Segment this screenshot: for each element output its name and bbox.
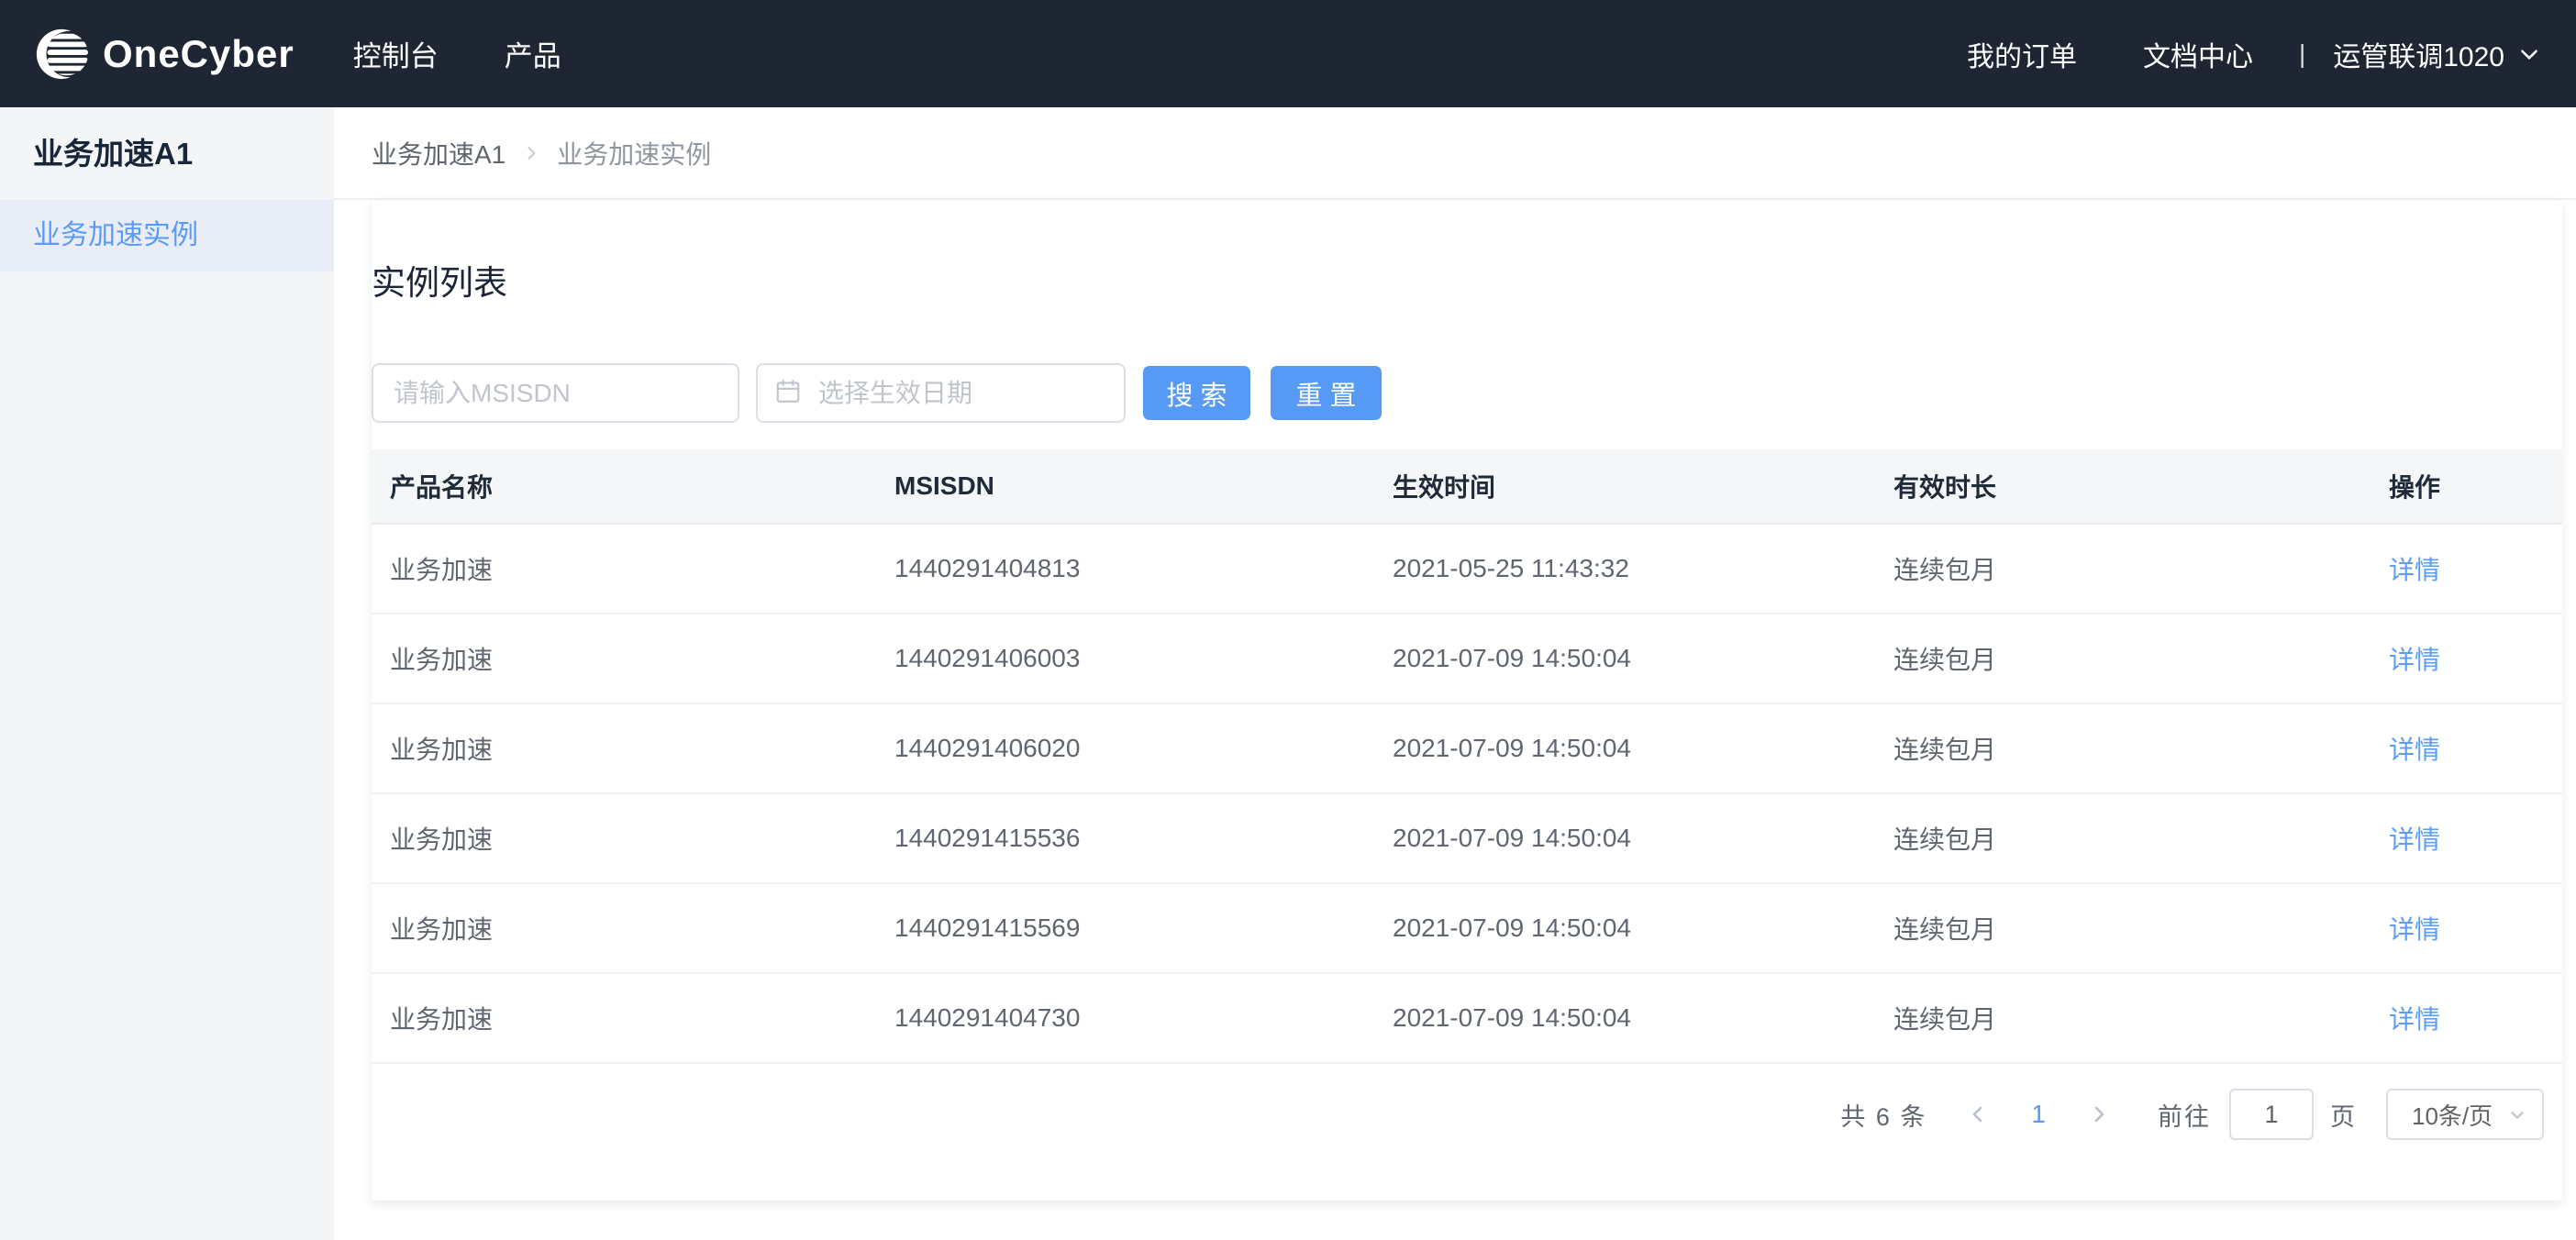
table-row: 业务加速 1440291406020 2021-07-09 14:50:04 连…	[372, 703, 2562, 793]
cell-duration: 连续包月	[1875, 883, 2371, 973]
sidebar-item-instances[interactable]: 业务加速实例	[0, 200, 334, 271]
nav-doc-center[interactable]: 文档中心	[2143, 34, 2253, 74]
page-size-value: 10条/页	[2412, 1098, 2507, 1132]
nav-right: 我的订单 文档中心 | 运管联调1020	[1967, 34, 2541, 74]
chevron-down-icon	[2517, 42, 2541, 66]
breadcrumb-item-parent[interactable]: 业务加速A1	[372, 135, 505, 172]
table-row: 业务加速 1440291404730 2021-07-09 14:50:04 连…	[372, 973, 2562, 1063]
detail-link[interactable]: 详情	[2389, 646, 2440, 674]
col-product-name: 产品名称	[372, 449, 876, 524]
cell-product: 业务加速	[372, 614, 876, 703]
cell-effective-time: 2021-07-09 14:50:04	[1374, 883, 1875, 973]
cell-msisdn: 1440291406020	[876, 703, 1374, 793]
reset-button[interactable]: 重 置	[1271, 366, 1382, 420]
cell-effective-time: 2021-05-25 11:43:32	[1374, 524, 1875, 614]
cell-duration: 连续包月	[1875, 973, 2371, 1063]
msisdn-input[interactable]	[372, 363, 739, 423]
chevron-right-icon	[522, 144, 540, 162]
cell-duration: 连续包月	[1875, 793, 2371, 883]
nav-separator: |	[2299, 39, 2305, 69]
cell-duration: 连续包月	[1875, 524, 2371, 614]
cell-msisdn: 1440291415569	[876, 883, 1374, 973]
table-row: 业务加速 1440291406003 2021-07-09 14:50:04 连…	[372, 614, 2562, 703]
pagination: 共 6 条 1 前往 页 10条/页	[372, 1089, 2562, 1140]
search-button[interactable]: 搜 索	[1143, 366, 1250, 420]
cell-effective-time: 2021-07-09 14:50:04	[1374, 793, 1875, 883]
instance-table: 产品名称 MSISDN 生效时间 有效时长 操作 业务加速 1440291404…	[372, 449, 2562, 1064]
page-number-1[interactable]: 1	[2031, 1100, 2046, 1129]
effective-date-input[interactable]	[756, 363, 1126, 423]
col-duration: 有效时长	[1875, 449, 2371, 524]
goto-page-input[interactable]	[2229, 1089, 2314, 1140]
cell-effective-time: 2021-07-09 14:50:04	[1374, 614, 1875, 703]
filter-bar: 搜 索 重 置	[372, 363, 2562, 423]
prev-page-button[interactable]	[1967, 1103, 1989, 1125]
table-header-row: 产品名称 MSISDN 生效时间 有效时长 操作	[372, 449, 2562, 524]
next-page-button[interactable]	[2088, 1103, 2110, 1125]
goto-label: 前往	[2158, 1097, 2211, 1133]
detail-link[interactable]: 详情	[2389, 736, 2440, 764]
cell-duration: 连续包月	[1875, 614, 2371, 703]
cell-msisdn: 1440291404813	[876, 524, 1374, 614]
breadcrumb-item-current: 业务加速实例	[557, 135, 711, 172]
col-effective-time: 生效时间	[1374, 449, 1875, 524]
cell-effective-time: 2021-07-09 14:50:04	[1374, 973, 1875, 1063]
cell-product: 业务加速	[372, 793, 876, 883]
detail-link[interactable]: 详情	[2389, 1005, 2440, 1034]
detail-link[interactable]: 详情	[2389, 556, 2440, 584]
cell-duration: 连续包月	[1875, 703, 2371, 793]
content: 业务加速A1 业务加速实例 实例列表	[334, 107, 2576, 1240]
layout: 业务加速A1 业务加速实例 业务加速A1 业务加速实例 实例列表	[0, 107, 2576, 1240]
account-name: 运管联调1020	[2333, 34, 2504, 74]
nav-my-orders[interactable]: 我的订单	[1967, 34, 2077, 74]
chevron-down-icon	[2507, 1104, 2527, 1124]
table-row: 业务加速 1440291415569 2021-07-09 14:50:04 连…	[372, 883, 2562, 973]
chevron-right-icon	[2088, 1103, 2110, 1125]
pagination-total: 共 6 条	[1840, 1097, 1926, 1133]
brand-name: OneCyber	[103, 32, 294, 76]
cell-msisdn: 1440291415536	[876, 793, 1374, 883]
date-picker[interactable]	[756, 363, 1126, 423]
page-title: 实例列表	[372, 200, 2562, 304]
cell-product: 业务加速	[372, 883, 876, 973]
instance-list-card: 实例列表 搜 索 重 置	[372, 200, 2562, 1201]
breadcrumb: 业务加速A1 业务加速实例	[334, 107, 2576, 200]
detail-link[interactable]: 详情	[2389, 825, 2440, 854]
cell-product: 业务加速	[372, 973, 876, 1063]
nav-products[interactable]: 产品	[505, 33, 561, 74]
account-menu[interactable]: 运管联调1020	[2333, 34, 2541, 74]
col-actions: 操作	[2371, 449, 2562, 524]
sidebar: 业务加速A1 业务加速实例	[0, 107, 334, 1240]
cell-product: 业务加速	[372, 524, 876, 614]
onecyber-logo-icon	[33, 26, 90, 83]
calendar-icon	[774, 377, 802, 409]
nav-console[interactable]: 控制台	[353, 33, 439, 74]
table-row: 业务加速 1440291404813 2021-05-25 11:43:32 连…	[372, 524, 2562, 614]
table-row: 业务加速 1440291415536 2021-07-09 14:50:04 连…	[372, 793, 2562, 883]
cell-msisdn: 1440291404730	[876, 973, 1374, 1063]
page-unit-label: 页	[2330, 1097, 2355, 1133]
sidebar-title: 业务加速A1	[0, 107, 334, 200]
cell-product: 业务加速	[372, 703, 876, 793]
col-msisdn: MSISDN	[876, 449, 1374, 524]
brand[interactable]: OneCyber	[33, 26, 294, 83]
cell-effective-time: 2021-07-09 14:50:04	[1374, 703, 1875, 793]
top-navbar: OneCyber 控制台 产品 我的订单 文档中心 | 运管联调1020	[0, 0, 2576, 107]
detail-link[interactable]: 详情	[2389, 915, 2440, 944]
page-size-select[interactable]: 10条/页	[2386, 1089, 2544, 1140]
chevron-left-icon	[1967, 1103, 1989, 1125]
cell-msisdn: 1440291406003	[876, 614, 1374, 703]
